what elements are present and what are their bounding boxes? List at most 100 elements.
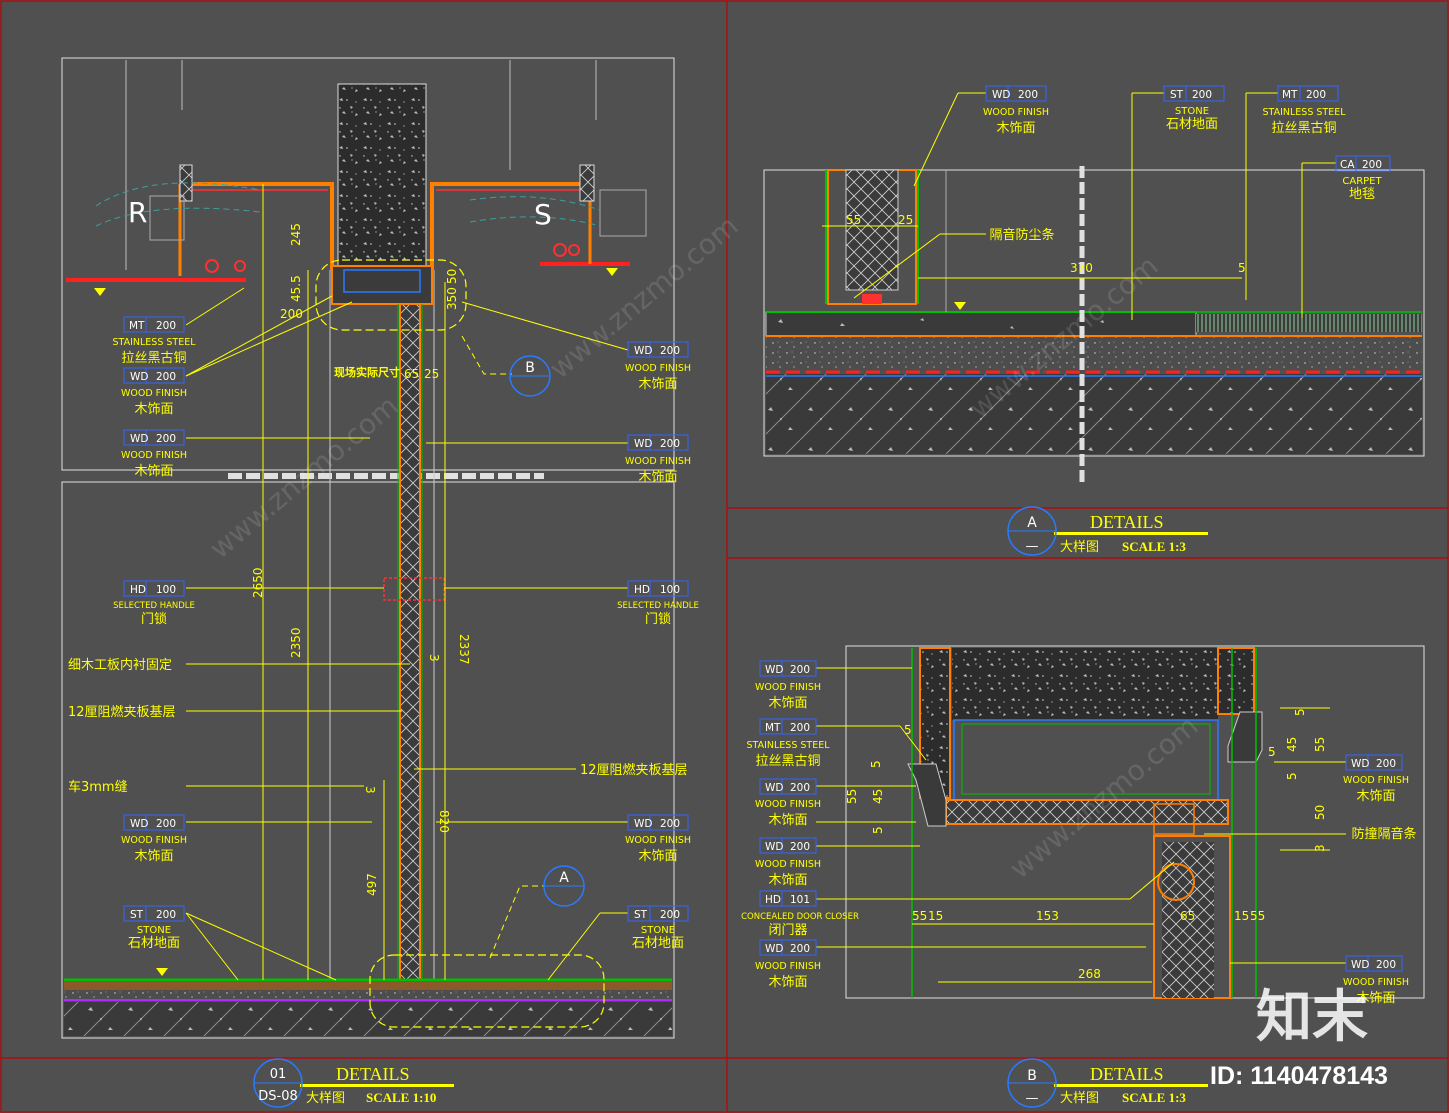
label-cn: 拉丝黑古铜 — [121, 351, 186, 366]
tag-code: WD — [130, 818, 148, 830]
dim: 5 — [869, 760, 883, 768]
tag-number: 200 — [156, 818, 176, 830]
label-en: STONE — [1175, 106, 1209, 117]
dim: 5 — [1285, 772, 1299, 780]
dim: 3 — [363, 786, 377, 794]
cad-drawing-sheet: R S MT 200 WD 200 WD 200 HD 100 WD 200 S… — [0, 0, 1449, 1113]
tag-number: 200 — [156, 371, 176, 383]
tag-number: 200 — [156, 433, 176, 445]
title-dash: — — [1026, 539, 1039, 554]
watermark-id: ID: 1140478143 — [1210, 1062, 1388, 1090]
callout-a: A — [559, 870, 569, 886]
label-en: CARPET — [1342, 176, 1382, 187]
tag-number: 100 — [156, 584, 176, 596]
label-cn: 木饰面 — [768, 696, 807, 711]
tag-number: 200 — [790, 841, 810, 853]
tag-code: ST — [1170, 89, 1184, 101]
dim: 50 — [445, 269, 459, 284]
dim: 3 — [427, 654, 441, 662]
tag-number: 101 — [790, 894, 810, 906]
tag-number: 200 — [790, 943, 810, 955]
detail-a — [763, 92, 1425, 482]
detail-b-labels: WOOD FINISH 木饰面 STAINLESS STEEL 拉丝黑古铜 WO… — [741, 682, 1416, 1006]
tag-number: 200 — [1362, 159, 1382, 171]
label-cn: 拉丝黑古铜 — [1271, 121, 1336, 136]
label-cn: 闭门器 — [768, 923, 807, 938]
label-cn: 石材地面 — [128, 936, 180, 951]
dim: 55 — [1250, 909, 1265, 923]
title-text: DETAILS — [1090, 1064, 1164, 1084]
dim: 50 — [1313, 805, 1327, 820]
label-en: WOOD FINISH — [755, 799, 821, 810]
tag-number: 200 — [660, 438, 680, 450]
main-right-labels: WOOD FINISH 木饰面 WOOD FINISH 木饰面 SELECTED… — [617, 363, 699, 951]
room-mark-return: R — [128, 196, 147, 229]
title-subtext: 大样图 — [1060, 1091, 1099, 1106]
tag-code: HD — [130, 584, 146, 596]
dim: 2350 — [289, 627, 303, 658]
tag-code: WD — [765, 782, 783, 794]
label-cn: 木饰面 — [768, 975, 807, 990]
label-en: WOOD FINISH — [625, 835, 691, 846]
label-en: WOOD FINISH — [121, 450, 187, 461]
tag-number: 200 — [156, 320, 176, 332]
label-cn: 木饰面 — [638, 470, 677, 485]
dim: 153 — [1036, 909, 1059, 923]
dim: 497 — [365, 873, 379, 896]
label-en: SELECTED HANDLE — [113, 601, 195, 611]
dim: 268 — [1078, 967, 1101, 981]
callout-b: B — [525, 360, 535, 376]
label-en: WOOD FINISH — [625, 456, 691, 467]
dim: 2337 — [457, 634, 471, 665]
tag-number: 200 — [1376, 959, 1396, 971]
main-dimensions: 245 45.5 200 350 50 65 25 2650 2350 2337… — [251, 223, 471, 896]
label-en: STAINLESS STEEL — [746, 740, 830, 751]
tag-code: WD — [634, 438, 652, 450]
tag-code: HD — [765, 894, 781, 906]
note-fire-board: 12厘阻燃夹板基层 — [68, 704, 176, 720]
title-scale: SCALE 1:3 — [1122, 1090, 1186, 1105]
tag-code: MT — [129, 320, 145, 332]
tag-code: WD — [1351, 758, 1369, 770]
label-en: WOOD FINISH — [983, 107, 1049, 118]
dim: 5 — [1293, 708, 1307, 716]
dim: 45 — [871, 789, 885, 804]
dim: 3 — [1313, 844, 1327, 852]
dim: 25 — [424, 367, 439, 381]
dim: 5 — [1238, 261, 1246, 275]
tag-number: 200 — [790, 782, 810, 794]
dim: 45.5 — [289, 275, 303, 302]
tag-code: ST — [634, 909, 648, 921]
label-cn: 木饰面 — [996, 121, 1035, 136]
dim: 55 — [845, 789, 859, 804]
main-callouts: B A — [525, 360, 569, 886]
title-sheet: DS-08 — [258, 1089, 298, 1104]
label-en: WOOD FINISH — [121, 388, 187, 399]
dim: 5 — [1268, 745, 1276, 759]
label-cn: 地毯 — [1349, 187, 1375, 202]
dim: 15 — [928, 909, 943, 923]
tag-number: 100 — [660, 584, 680, 596]
dim: 55 — [1313, 737, 1327, 752]
dim: 65 — [1180, 909, 1195, 923]
title-number: 01 — [270, 1067, 287, 1082]
label-cn: 拉丝黑古铜 — [755, 754, 820, 769]
title-dash: — — [1026, 1091, 1039, 1106]
label-en: SELECTED HANDLE — [617, 601, 699, 611]
tag-code: WD — [130, 371, 148, 383]
label-cn: 木饰面 — [134, 849, 173, 864]
tag-code: ST — [130, 909, 144, 921]
note-seal-anti: 防撞隔音条 — [1351, 826, 1416, 842]
tag-code: WD — [634, 345, 652, 357]
dim: 200 — [280, 307, 303, 321]
detail-a-labels: WOOD FINISH 木饰面 STONE 石材地面 STAINLESS STE… — [983, 106, 1383, 243]
label-cn: 木饰面 — [638, 377, 677, 392]
tag-code: HD — [634, 584, 650, 596]
label-cn: 木饰面 — [638, 849, 677, 864]
dim: 5 — [904, 723, 912, 737]
dim: 55 — [912, 909, 927, 923]
tag-number: 200 — [660, 818, 680, 830]
tag-code: WD — [1351, 959, 1369, 971]
note-plank: 细木工板内衬固定 — [68, 657, 172, 673]
label-en: STAINLESS STEEL — [1262, 107, 1346, 118]
